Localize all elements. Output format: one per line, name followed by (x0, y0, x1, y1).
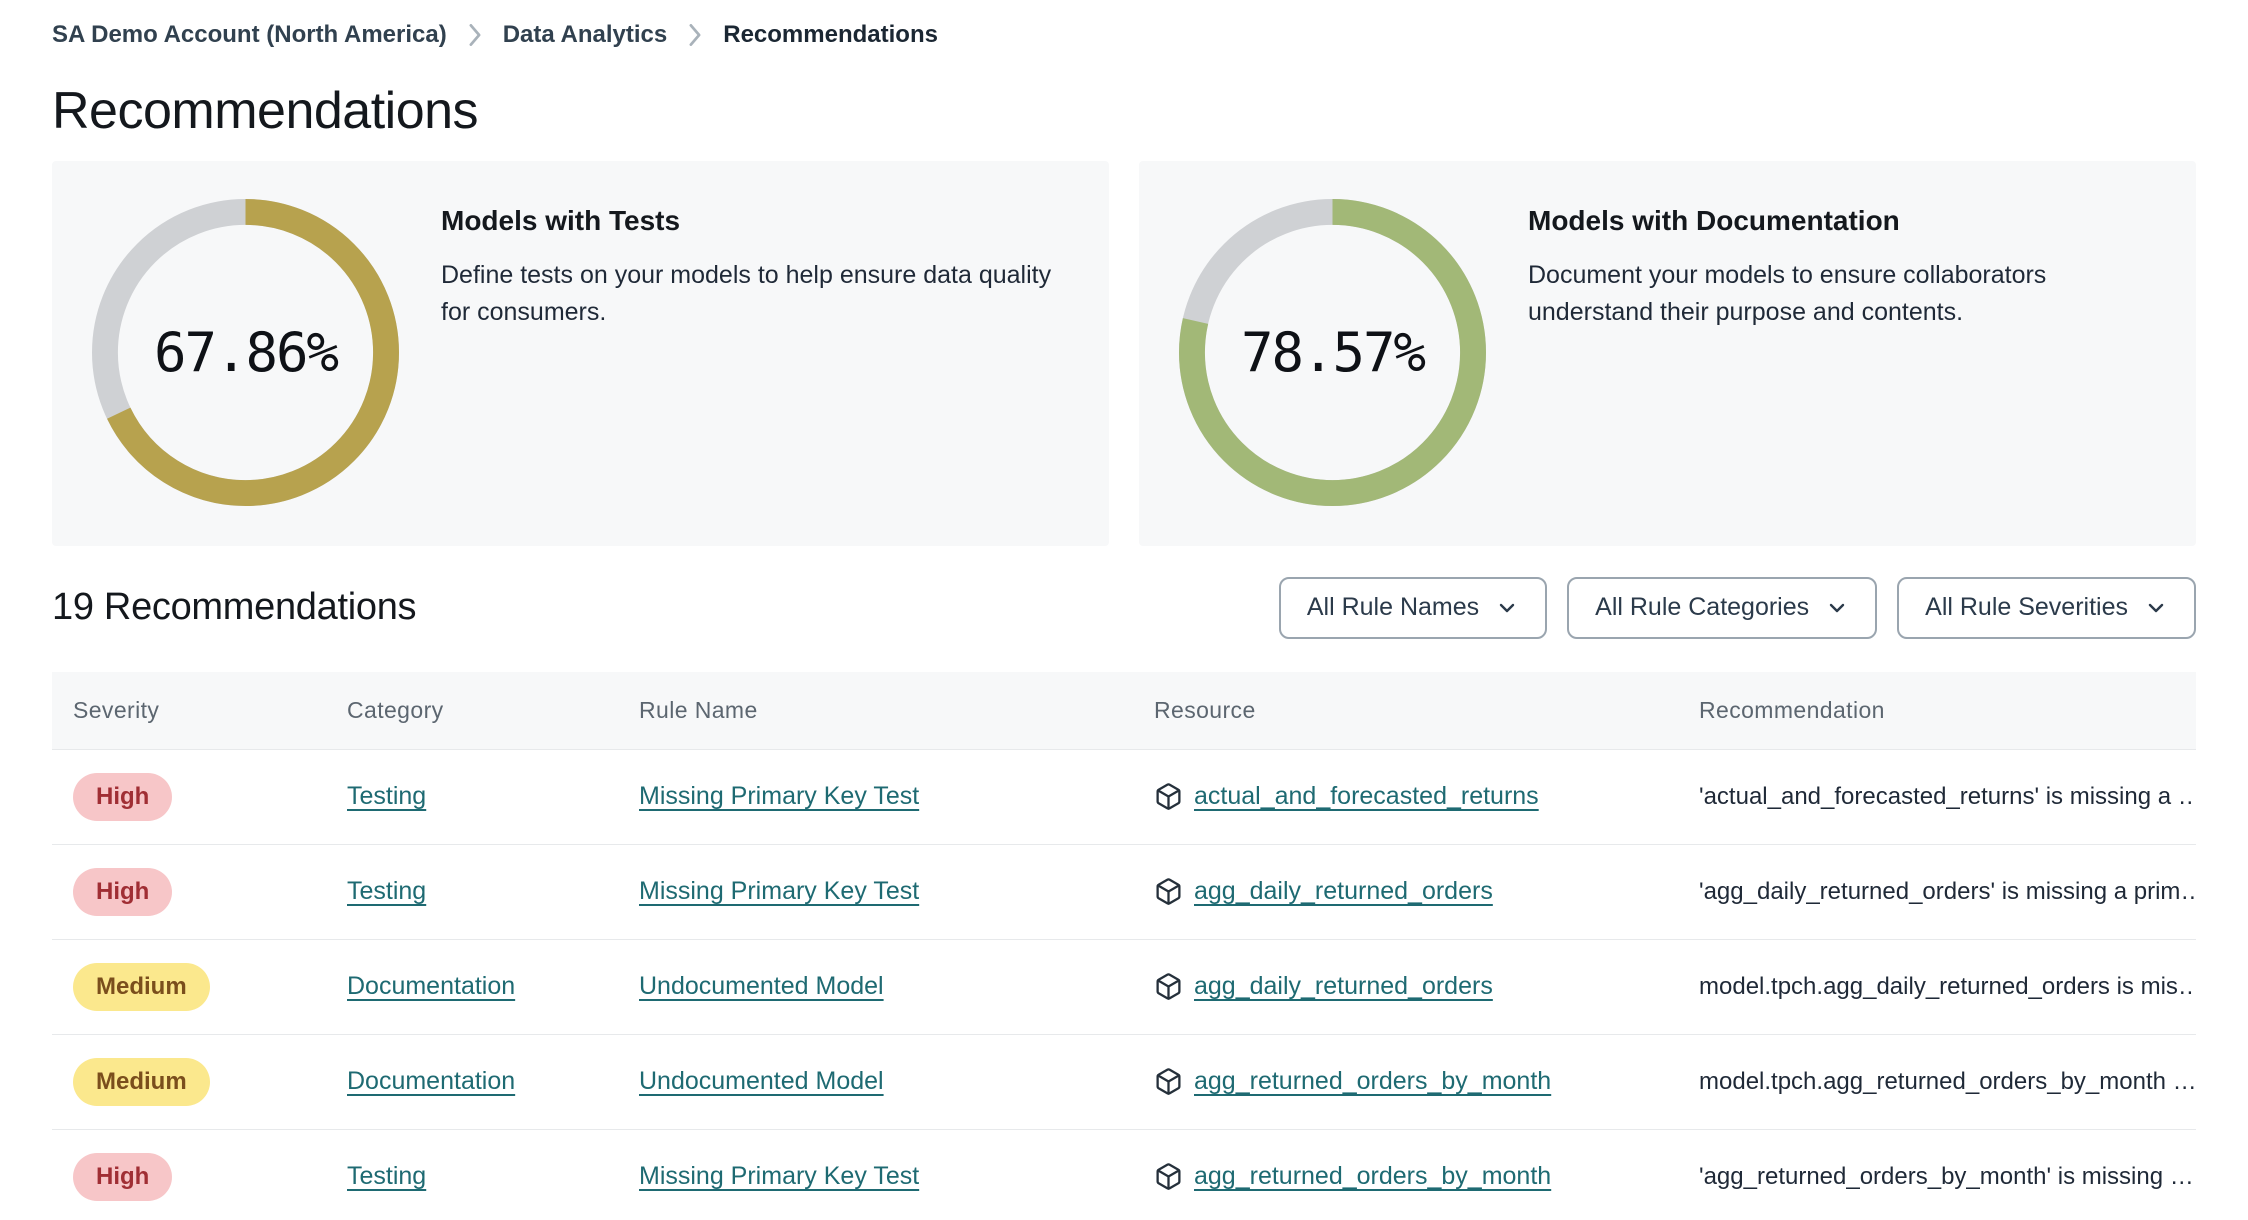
models-with-tests-card: 67.86% Models with Tests Define tests on… (52, 160, 1109, 546)
page-title: Recommendations (52, 82, 479, 140)
column-header-resource: Resource (1154, 696, 1256, 723)
recommendations-list-header: 19 Recommendations All Rule Names All Ru… (52, 576, 2196, 639)
resource-link[interactable]: agg_returned_orders_by_month (1194, 1067, 1551, 1096)
card-title: Models with Documentation (1528, 204, 1900, 236)
severity-badge: Medium (73, 1057, 210, 1106)
recommendation-text: model.tpch.agg_returned_orders_by_month … (1699, 1067, 2196, 1095)
cube-icon (1154, 972, 1183, 1001)
chevron-down-icon (2144, 596, 2168, 620)
chevron-right-icon (687, 24, 703, 46)
table-row: High Testing Missing Primary Key Test ag… (52, 844, 2196, 940)
rule-severities-filter-dropdown[interactable]: All Rule Severities (1897, 576, 2196, 639)
cube-icon (1154, 1067, 1183, 1096)
rule-names-filter-dropdown[interactable]: All Rule Names (1278, 576, 1548, 639)
cube-icon (1154, 877, 1183, 906)
column-header-rule-name: Rule Name (639, 696, 758, 723)
recommendations-table: Severity Category Rule Name Resource Rec… (52, 671, 2196, 1220)
table-header-row: Severity Category Rule Name Resource Rec… (52, 671, 2196, 750)
rule-name-link[interactable]: Undocumented Model (639, 1067, 884, 1095)
column-header-severity: Severity (73, 696, 160, 723)
rule-name-link[interactable]: Undocumented Model (639, 972, 884, 1000)
tests-donut-chart: 67.86% (92, 198, 399, 506)
resource-link[interactable]: agg_daily_returned_orders (1194, 972, 1493, 1001)
breadcrumb-project-link[interactable]: Data Analytics (503, 21, 668, 49)
documentation-percent-value: 78.57% (1240, 320, 1426, 384)
column-header-category: Category (347, 696, 444, 723)
category-link[interactable]: Testing (347, 877, 426, 905)
category-link[interactable]: Documentation (347, 1067, 515, 1095)
rule-name-link[interactable]: Missing Primary Key Test (639, 877, 919, 905)
breadcrumb-account-link[interactable]: SA Demo Account (North America) (52, 21, 447, 49)
recommendations-count-title: 19 Recommendations (52, 586, 417, 629)
card-description: Document your models to ensure collabora… (1528, 260, 2047, 327)
recommendations-page: SA Demo Account (North America) Data Ana… (0, 0, 2248, 1220)
cube-icon (1154, 782, 1183, 811)
metric-cards: 67.86% Models with Tests Define tests on… (52, 160, 2196, 546)
resource-link[interactable]: actual_and_forecasted_returns (1194, 782, 1539, 811)
severity-badge: High (73, 867, 173, 916)
category-link[interactable]: Documentation (347, 972, 515, 1000)
severity-badge: High (73, 772, 173, 821)
resource-link[interactable]: agg_returned_orders_by_month (1194, 1162, 1551, 1191)
filter-label: All Rule Categories (1595, 593, 1810, 622)
models-with-documentation-card: 78.57% Models with Documentation Documen… (1139, 160, 2196, 546)
chevron-down-icon (1825, 596, 1849, 620)
rule-name-link[interactable]: Missing Primary Key Test (639, 1162, 919, 1190)
recommendation-text: model.tpch.agg_daily_returned_orders is … (1699, 972, 2196, 1000)
severity-badge: High (73, 1152, 173, 1201)
filter-label: All Rule Names (1306, 593, 1480, 622)
resource-link[interactable]: agg_daily_returned_orders (1194, 877, 1493, 906)
card-description: Define tests on your models to help ensu… (441, 260, 1052, 327)
chevron-right-icon (467, 24, 483, 46)
category-link[interactable]: Testing (347, 1162, 426, 1190)
cube-icon (1154, 1162, 1183, 1191)
table-row: Medium Documentation Undocumented Model … (52, 939, 2196, 1035)
recommendation-text: 'agg_returned_orders_by_month' is missin… (1699, 1162, 2194, 1190)
filter-bar: All Rule Names All Rule Categories All R… (1278, 576, 2196, 639)
filter-label: All Rule Severities (1925, 593, 2128, 622)
severity-badge: Medium (73, 962, 210, 1011)
table-row: High Testing Missing Primary Key Test ag… (52, 1129, 2196, 1220)
breadcrumb: SA Demo Account (North America) Data Ana… (52, 21, 2196, 49)
chevron-down-icon (1495, 596, 1519, 620)
rule-name-link[interactable]: Missing Primary Key Test (639, 782, 919, 810)
breadcrumb-current-page: Recommendations (723, 21, 938, 48)
table-row: Medium Documentation Undocumented Model … (52, 1034, 2196, 1130)
category-link[interactable]: Testing (347, 782, 426, 810)
card-title: Models with Tests (441, 204, 681, 236)
column-header-recommendation: Recommendation (1699, 696, 1885, 723)
rule-categories-filter-dropdown[interactable]: All Rule Categories (1567, 576, 1878, 639)
recommendation-text: 'agg_daily_returned_orders' is missing a… (1699, 877, 2196, 905)
tests-percent-value: 67.86% (153, 320, 339, 384)
table-row: High Testing Missing Primary Key Test ac… (52, 749, 2196, 845)
documentation-donut-chart: 78.57% (1179, 198, 1486, 506)
recommendation-text: 'actual_and_forecasted_returns' is missi… (1699, 782, 2196, 810)
